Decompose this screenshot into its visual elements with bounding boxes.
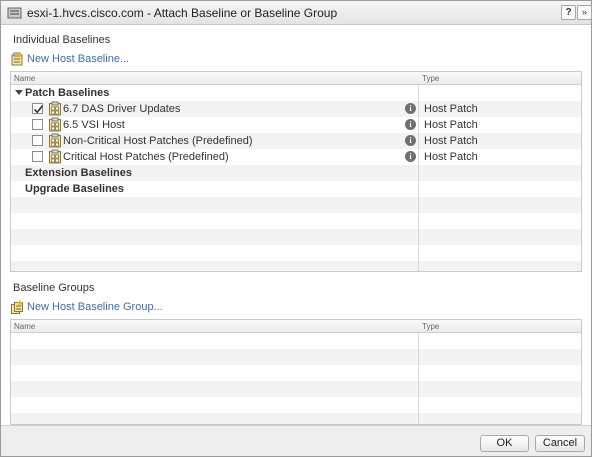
column-header-type[interactable]: Type xyxy=(422,322,439,331)
baseline-groups-title: Baseline Groups xyxy=(13,282,95,294)
table-header: Name Type xyxy=(11,320,581,333)
baseline-name: Non-Critical Host Patches (Predefined) xyxy=(63,135,253,147)
baseline-type: Host Patch xyxy=(424,151,478,163)
individual-baselines-title: Individual Baselines xyxy=(13,34,111,46)
help-button[interactable]: ? xyxy=(561,5,576,20)
baseline-checkbox[interactable] xyxy=(32,119,43,130)
new-host-baseline-label: New Host Baseline... xyxy=(27,53,130,65)
expand-button[interactable]: » xyxy=(577,5,592,20)
individual-baselines-table: Name Type Patch Baselines 6.7 DAS Driver… xyxy=(10,71,582,272)
dialog-footer: OK Cancel xyxy=(1,425,591,456)
baseline-type: Host Patch xyxy=(424,119,478,131)
table-header: Name Type xyxy=(11,72,581,85)
group-label: Upgrade Baselines xyxy=(25,183,125,195)
new-baseline-icon xyxy=(11,52,23,66)
host-icon xyxy=(7,7,22,19)
group-row-patch-baselines[interactable]: Patch Baselines xyxy=(11,85,581,101)
baseline-name: 6.7 DAS Driver Updates xyxy=(63,103,181,115)
new-host-baseline-group-label: New Host Baseline Group... xyxy=(27,301,163,313)
group-label: Extension Baselines xyxy=(25,167,132,179)
patch-baseline-icon xyxy=(49,117,61,132)
new-host-baseline-group-link[interactable]: New Host Baseline Group... xyxy=(11,299,163,315)
cancel-button[interactable]: Cancel xyxy=(535,435,585,452)
baseline-row[interactable]: 6.5 VSI Host i Host Patch xyxy=(11,117,581,133)
info-icon[interactable]: i xyxy=(405,135,416,146)
new-baseline-group-icon xyxy=(11,300,23,314)
baseline-groups-table: Name Type xyxy=(10,319,582,425)
baseline-type: Host Patch xyxy=(424,103,478,115)
expand-caret-icon[interactable] xyxy=(15,90,23,95)
info-icon[interactable]: i xyxy=(405,151,416,162)
column-header-name[interactable]: Name xyxy=(14,74,35,83)
checkmark-icon xyxy=(33,105,44,114)
baseline-row[interactable]: 6.7 DAS Driver Updates i Host Patch xyxy=(11,101,581,117)
patch-baseline-icon xyxy=(49,133,61,148)
column-header-name[interactable]: Name xyxy=(14,322,35,331)
group-row-upgrade-baselines[interactable]: Upgrade Baselines xyxy=(11,181,581,197)
patch-baseline-icon xyxy=(49,149,61,164)
info-icon[interactable]: i xyxy=(405,103,416,114)
ok-button[interactable]: OK xyxy=(480,435,529,452)
group-label: Patch Baselines xyxy=(25,87,110,99)
baseline-checkbox[interactable] xyxy=(32,103,44,114)
attach-baseline-dialog: esxi-1.hvcs.cisco.com - Attach Baseline … xyxy=(0,0,592,457)
baseline-name: Critical Host Patches (Predefined) xyxy=(63,151,229,163)
column-header-type[interactable]: Type xyxy=(422,74,439,83)
title-bar: esxi-1.hvcs.cisco.com - Attach Baseline … xyxy=(1,1,592,25)
group-row-extension-baselines[interactable]: Extension Baselines xyxy=(11,165,581,181)
baseline-checkbox[interactable] xyxy=(32,135,43,146)
patch-baseline-icon xyxy=(49,101,61,116)
info-icon[interactable]: i xyxy=(405,119,416,130)
baseline-row[interactable]: Non-Critical Host Patches (Predefined) i… xyxy=(11,133,581,149)
baseline-type: Host Patch xyxy=(424,135,478,147)
baseline-checkbox[interactable] xyxy=(32,151,43,162)
baseline-name: 6.5 VSI Host xyxy=(63,119,125,131)
dialog-title: esxi-1.hvcs.cisco.com - Attach Baseline … xyxy=(27,6,338,20)
new-host-baseline-link[interactable]: New Host Baseline... xyxy=(11,51,129,67)
baseline-row[interactable]: Critical Host Patches (Predefined) i Hos… xyxy=(11,149,581,165)
